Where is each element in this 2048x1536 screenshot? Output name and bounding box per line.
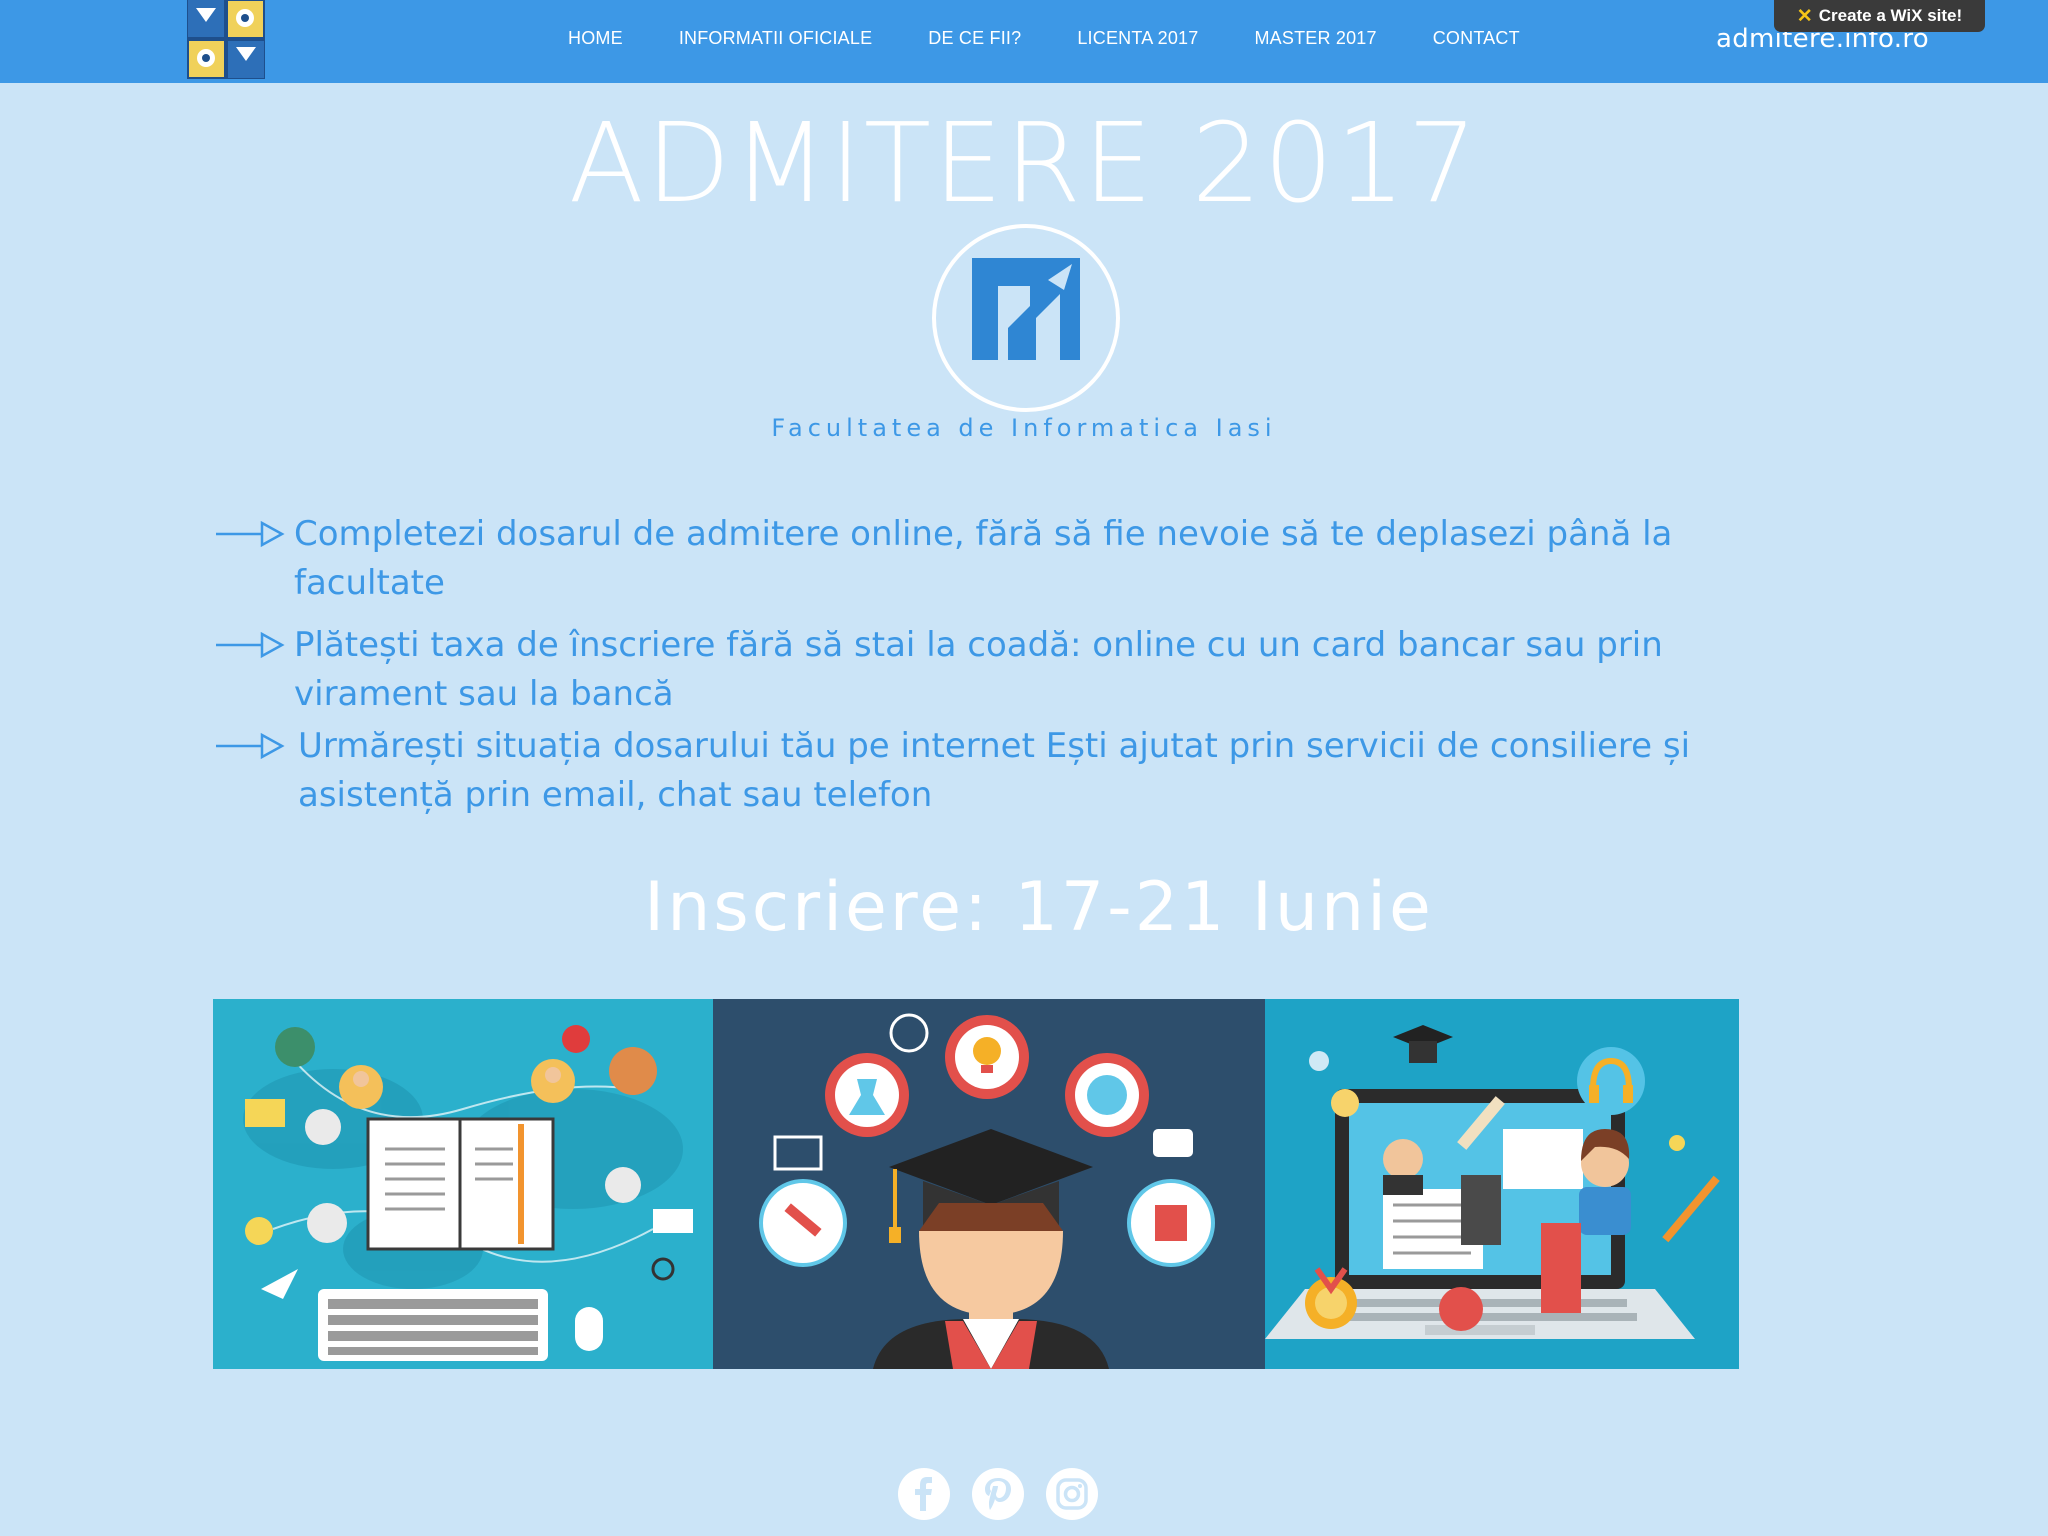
fii-logo-icon	[972, 258, 1080, 360]
university-crest-logo[interactable]	[186, 0, 266, 80]
faculty-name: Facultatea de Informatica Iasi	[771, 414, 1277, 442]
pinterest-link[interactable]	[972, 1468, 1024, 1520]
instagram-link[interactable]	[1046, 1468, 1098, 1520]
laptop-study-illustration	[1265, 999, 1739, 1369]
wix-banner-label: Create a WiX site!	[1818, 6, 1963, 25]
arrow-right-icon	[216, 520, 285, 548]
nav-master-2017[interactable]: MASTER 2017	[1254, 28, 1376, 49]
facebook-icon	[915, 1477, 932, 1511]
nav-home[interactable]: HOME	[568, 28, 623, 49]
education-illustration-banner	[213, 999, 1739, 1369]
registration-dates: Inscriere: 17-21 Iunie	[644, 868, 1434, 947]
feature-item: Completezi dosarul de admitere online, f…	[216, 510, 1814, 608]
online-learning-illustration	[213, 999, 713, 1369]
nav-de-ce-fii[interactable]: DE CE FII?	[928, 28, 1021, 49]
top-navigation-bar: HOME INFORMATII OFICIALE DE CE FII? LICE…	[0, 0, 2048, 83]
feature-text: Urmărești situația dosarului tău pe inte…	[298, 726, 1691, 815]
faculty-logo	[932, 224, 1120, 412]
wix-banner-button[interactable]: ✕ Create a WiX site!	[1774, 0, 1985, 32]
nav-informatii-oficiale[interactable]: INFORMATII OFICIALE	[679, 28, 872, 49]
page-title: ADMITERE 2017	[568, 99, 1480, 227]
instagram-icon	[1056, 1478, 1088, 1510]
nav-licenta-2017[interactable]: LICENTA 2017	[1077, 28, 1198, 49]
arrow-right-icon	[216, 732, 285, 760]
pinterest-icon	[985, 1478, 1011, 1510]
facebook-link[interactable]	[898, 1468, 950, 1520]
feature-item: Urmărești situația dosarului tău pe inte…	[216, 722, 1818, 820]
feature-item: Plătești taxa de înscriere fără să stai …	[216, 621, 1814, 719]
graduate-illustration	[713, 999, 1265, 1369]
nav-contact[interactable]: CONTACT	[1433, 28, 1520, 49]
wix-x-icon: ✕	[1796, 5, 1813, 27]
social-links	[898, 1468, 1098, 1520]
feature-text: Completezi dosarul de admitere online, f…	[294, 514, 1673, 603]
main-menu: HOME INFORMATII OFICIALE DE CE FII? LICE…	[540, 0, 1548, 76]
arrow-right-icon	[216, 631, 285, 659]
feature-text: Plătești taxa de înscriere fără să stai …	[294, 625, 1663, 714]
